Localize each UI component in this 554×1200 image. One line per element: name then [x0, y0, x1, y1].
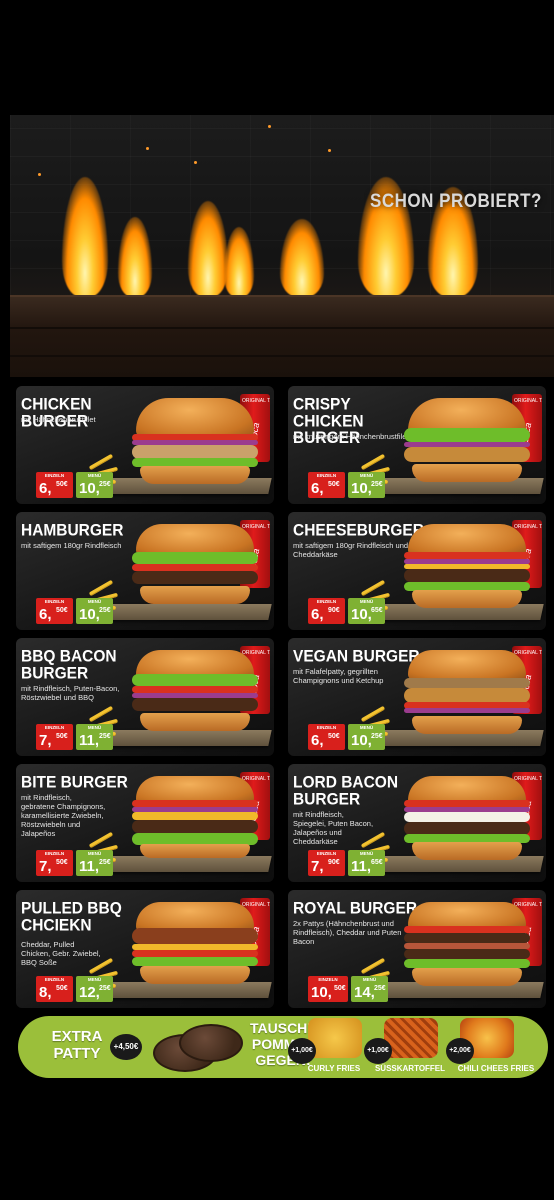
extras-bar: EXTRA PATTY +4,50€ TAUSCHE POMMES GEGEN:…: [18, 1016, 548, 1078]
menu-card-cheeseburger[interactable]: CHEESEBURGER mit saftigem 180gr Rindflei…: [288, 512, 546, 630]
burger-image: [402, 776, 532, 868]
burger-image: [130, 398, 260, 490]
spark: [38, 173, 41, 176]
side-label-curly: CURLY FRIES: [307, 1064, 361, 1073]
menu-card-lord-bacon-burger[interactable]: LORD BACON BURGER mit Rindfleisch, Spieg…: [288, 764, 546, 882]
side-label-sweet-potato: SÜSSKARTOFFEL: [374, 1064, 446, 1073]
menu-price-badge: MENÜ 10, 65€: [348, 598, 385, 624]
single-price-badge: EINZELN 10, 50€: [308, 976, 348, 1002]
sweet-potato-fries-icon[interactable]: [384, 1018, 438, 1058]
extra-patty-price: +4,50€: [110, 1034, 142, 1060]
hero-tagline: SCHON PROBIERT?: [370, 189, 542, 212]
menu-card-bbq-bacon-burger[interactable]: BBQ BACON BURGER mit Rindfleisch, Puten-…: [16, 638, 274, 756]
single-price-badge: EINZELN 6, 50€: [36, 472, 73, 498]
single-price-badge: EINZELN 6, 50€: [308, 724, 345, 750]
item-description: 2x Pattys (Hähnchenbrust und Rindfleisch…: [293, 919, 402, 946]
single-price-badge: EINZELN 7, 90€: [308, 850, 345, 876]
spark: [268, 125, 271, 128]
menu-price-badge: MENÜ 11, 25€: [76, 850, 113, 876]
side-price-curly: +1,00€: [288, 1038, 316, 1064]
hero-banner: SCHON PROBIERT?: [10, 115, 554, 377]
burger-image: [130, 650, 260, 742]
burger-image: [130, 524, 260, 616]
single-price-badge: EINZELN 7, 50€: [36, 850, 73, 876]
menu-price-badge: MENÜ 14, 25€: [351, 976, 388, 1002]
menu-price-badge: MENÜ 11, 65€: [348, 850, 385, 876]
side-price-chili-cheese: +2,00€: [446, 1038, 474, 1064]
menu-card-pulled-bbq-chicken[interactable]: PULLED BBQ CHCIEKN Cheddar, Pulled Chick…: [16, 890, 274, 1008]
menu-price-badge: MENÜ 10, 25€: [348, 472, 385, 498]
menu-price-badge: MENÜ 10, 25€: [76, 598, 113, 624]
menu-price-badge: MENÜ 10, 25€: [76, 472, 113, 498]
single-price-badge: EINZELN 8, 50€: [36, 976, 73, 1002]
spark: [146, 147, 149, 150]
spark: [194, 161, 197, 164]
menu-price-badge: MENÜ 12, 25€: [76, 976, 113, 1002]
extra-patty-label: EXTRA PATTY: [51, 1028, 103, 1062]
item-description: mit saftigem 180gr Rindfleisch und Chedd…: [293, 541, 409, 559]
spark: [328, 149, 331, 152]
single-price-badge: EINZELN 6, 50€: [308, 472, 345, 498]
item-name: PULLED BBQ CHCIEKN: [21, 899, 122, 935]
burger-image: [130, 902, 260, 994]
single-price-badge: EINZELN 6, 50€: [36, 598, 73, 624]
item-description: mit Hähnchenbrustfilet: [21, 415, 96, 424]
menu-card-royal-burger[interactable]: ROYAL BURGER 2x Pattys (Hähnchenbrust un…: [288, 890, 546, 1008]
item-description: mit saftigem 180gr Rindfleisch: [21, 541, 122, 550]
side-label-chili-cheese: CHILI CHEES FRIES: [457, 1064, 535, 1073]
burger-image: [402, 650, 532, 742]
curly-fries-icon[interactable]: [308, 1018, 362, 1058]
burger-image: [402, 902, 532, 994]
menu-price-badge: MENÜ 11, 25€: [76, 724, 113, 750]
menu-card-crispy-chicken-burger[interactable]: CRISPY CHICKEN BURGER mit knusprigem Häh…: [288, 386, 546, 504]
wood-planks: [10, 295, 554, 377]
item-description: mit knusprigem Hähnchenbrustfilet: [293, 432, 409, 441]
burger-image: [402, 398, 532, 490]
burger-image: [402, 524, 532, 616]
menu-card-chicken-burger[interactable]: CHICKEN BURGER mit Hähnchenbrustfilet OR…: [16, 386, 274, 504]
patty-image: [153, 1022, 245, 1074]
single-price-badge: EINZELN 6, 90€: [308, 598, 345, 624]
menu-card-vegan-burger[interactable]: VEGAN BURGER mit Falafelpatty, gegrillte…: [288, 638, 546, 756]
item-description: mit Falafelpatty, gegrillten Champignons…: [293, 667, 384, 685]
menu-card-hamburger[interactable]: HAMBURGER mit saftigem 180gr Rindfleisch…: [16, 512, 274, 630]
menu-price-badge: MENÜ 10, 25€: [348, 724, 385, 750]
burger-image: [130, 776, 260, 868]
side-price-sweet-potato: +1,00€: [364, 1038, 392, 1064]
menu-card-bite-burger[interactable]: BITE BURGER mit Rindfleisch, gebratene C…: [16, 764, 274, 882]
single-price-badge: EINZELN 7, 50€: [36, 724, 73, 750]
